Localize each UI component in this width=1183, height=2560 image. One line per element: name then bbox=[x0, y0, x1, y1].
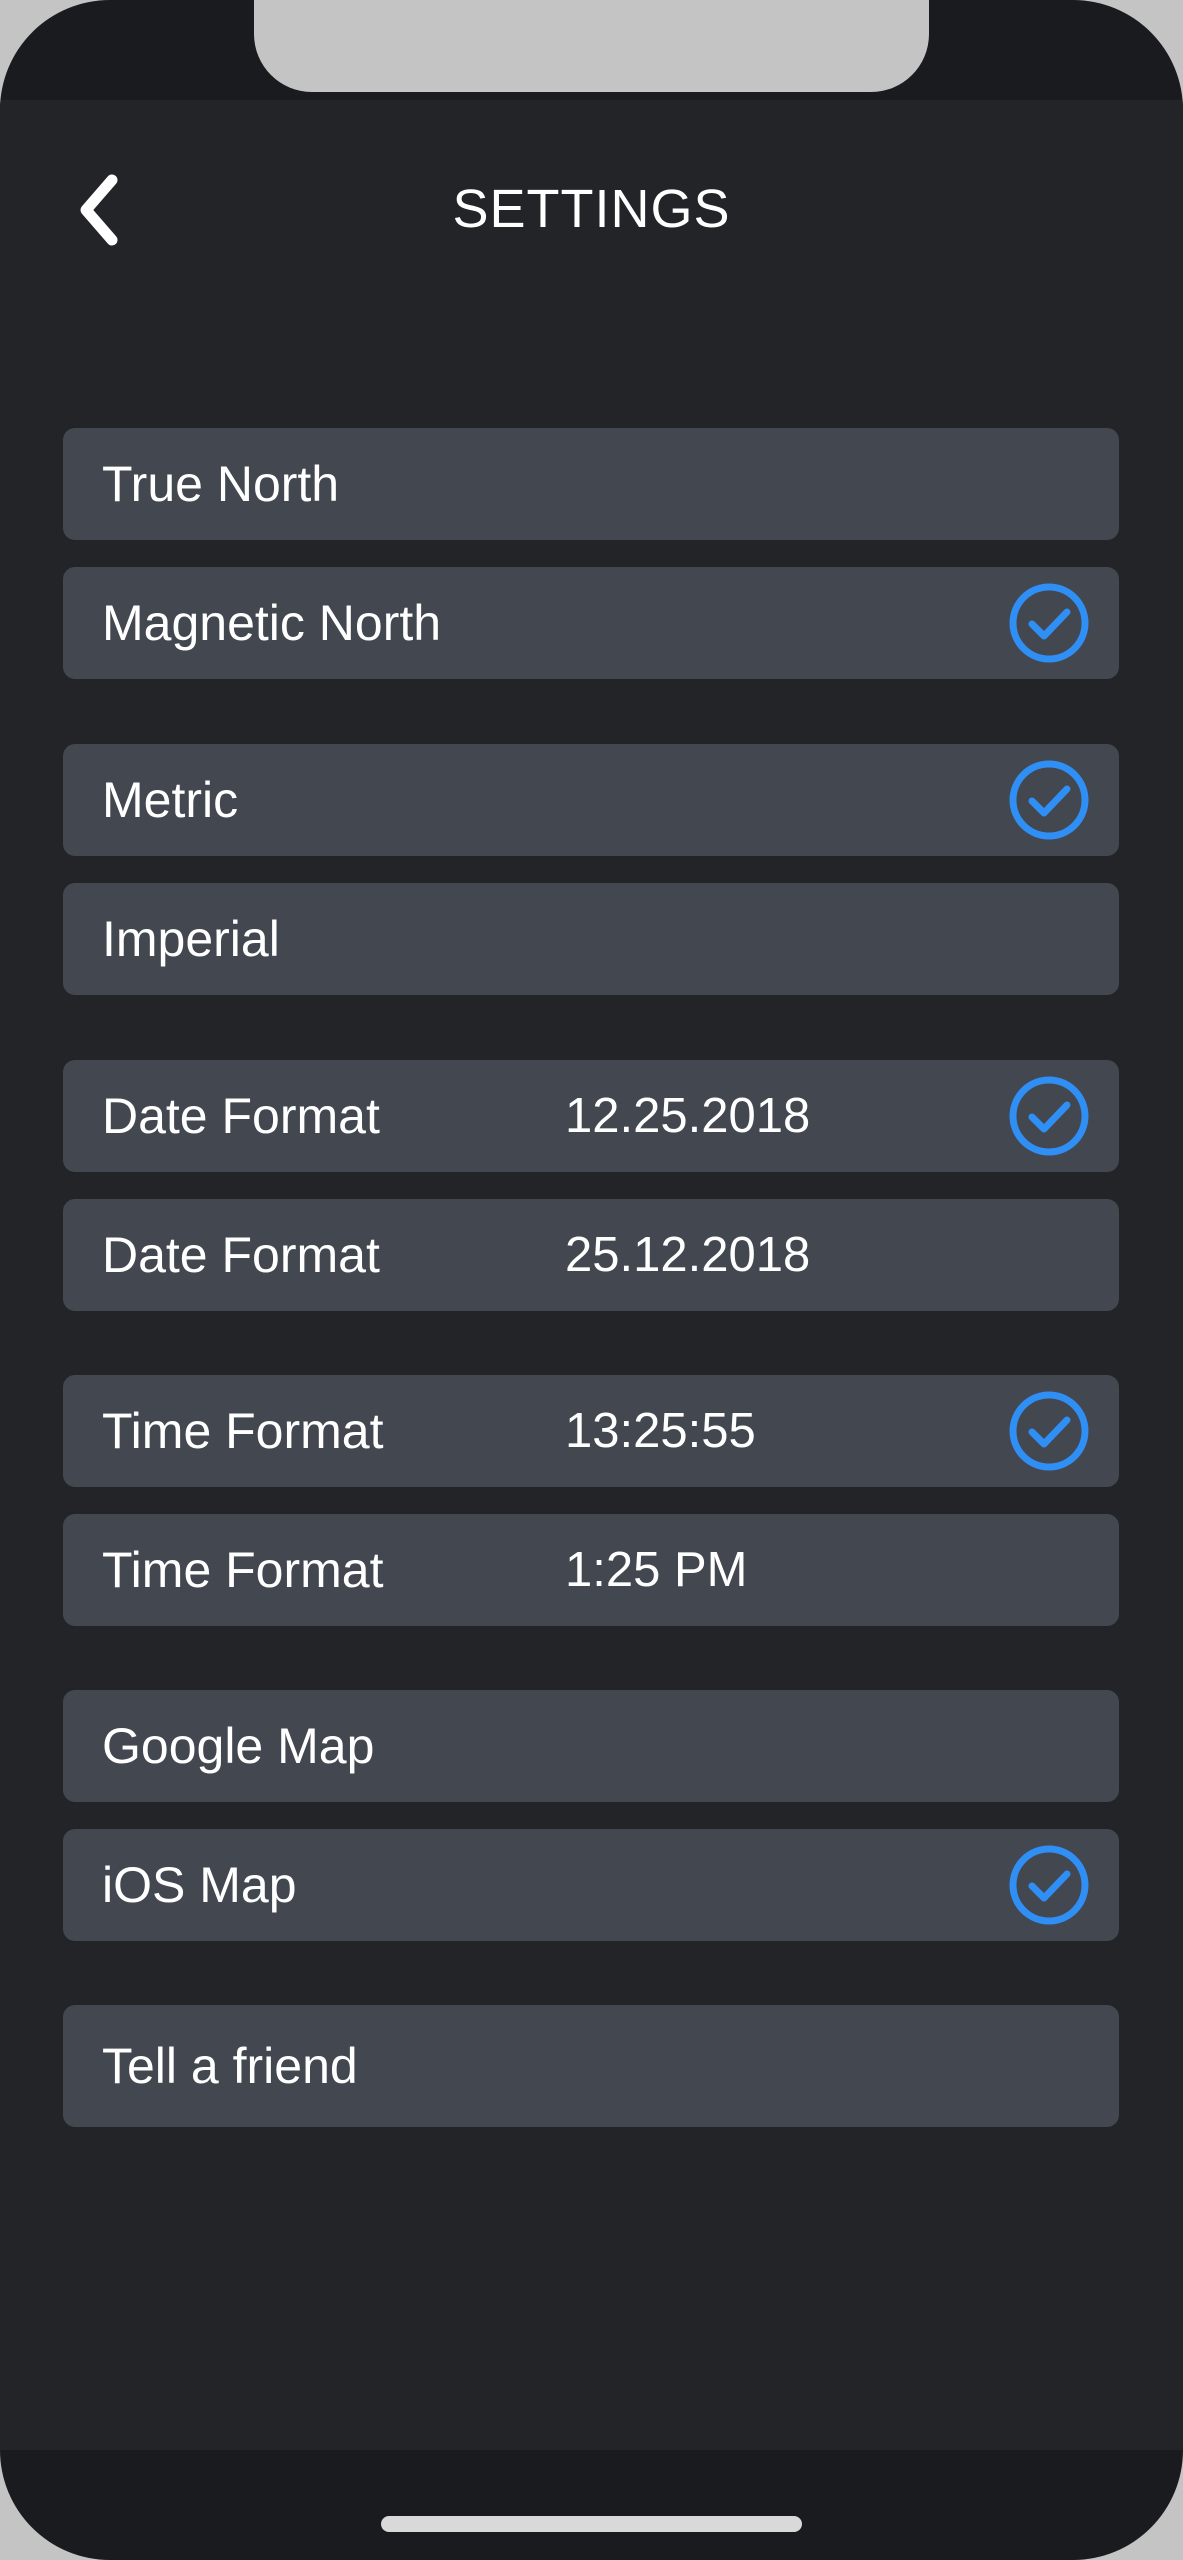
check-circle-icon bbox=[1009, 1391, 1089, 1471]
row-label: Google Map bbox=[102, 1718, 375, 1774]
phone-frame: SETTINGS True North Magnetic North Metri… bbox=[0, 0, 1183, 2560]
settings-row-ios-map[interactable]: iOS Map bbox=[63, 1829, 1119, 1941]
device-notch bbox=[254, 0, 929, 92]
settings-screen: SETTINGS True North Magnetic North Metri… bbox=[0, 100, 1183, 2450]
settings-row-metric[interactable]: Metric bbox=[63, 744, 1119, 856]
row-label: Date Format bbox=[102, 1227, 380, 1283]
row-label: Date Format bbox=[102, 1088, 380, 1144]
row-label: iOS Map bbox=[102, 1857, 297, 1913]
settings-row-true-north[interactable]: True North bbox=[63, 428, 1119, 540]
tell-a-friend-button[interactable]: Tell a friend bbox=[63, 2005, 1119, 2127]
settings-row-time-format-12h[interactable]: Time Format 1:25 PM bbox=[63, 1514, 1119, 1626]
check-circle-icon bbox=[1009, 1845, 1089, 1925]
settings-row-google-map[interactable]: Google Map bbox=[63, 1690, 1119, 1802]
settings-row-magnetic-north[interactable]: Magnetic North bbox=[63, 567, 1119, 679]
row-label: Magnetic North bbox=[102, 595, 442, 651]
check-circle-icon bbox=[1009, 583, 1089, 663]
row-label: Time Format bbox=[102, 1403, 384, 1459]
settings-row-imperial[interactable]: Imperial bbox=[63, 883, 1119, 995]
row-label: Metric bbox=[102, 772, 239, 828]
settings-row-date-format-mdy[interactable]: Date Format 12.25.2018 bbox=[63, 1060, 1119, 1172]
settings-row-date-format-dmy[interactable]: Date Format 25.12.2018 bbox=[63, 1199, 1119, 1311]
row-label: Tell a friend bbox=[102, 2038, 358, 2094]
row-label: Time Format bbox=[102, 1542, 384, 1598]
home-indicator[interactable] bbox=[381, 2516, 802, 2532]
row-value: 13:25:55 bbox=[565, 1404, 756, 1458]
row-value: 1:25 PM bbox=[565, 1543, 748, 1597]
row-label: Imperial bbox=[102, 911, 280, 967]
page-title: SETTINGS bbox=[452, 179, 731, 239]
check-circle-icon bbox=[1009, 760, 1089, 840]
row-value: 12.25.2018 bbox=[565, 1089, 811, 1143]
row-value: 25.12.2018 bbox=[565, 1228, 811, 1282]
row-label: True North bbox=[102, 456, 340, 512]
settings-row-time-format-24h[interactable]: Time Format 13:25:55 bbox=[63, 1375, 1119, 1487]
check-circle-icon bbox=[1009, 1076, 1089, 1156]
